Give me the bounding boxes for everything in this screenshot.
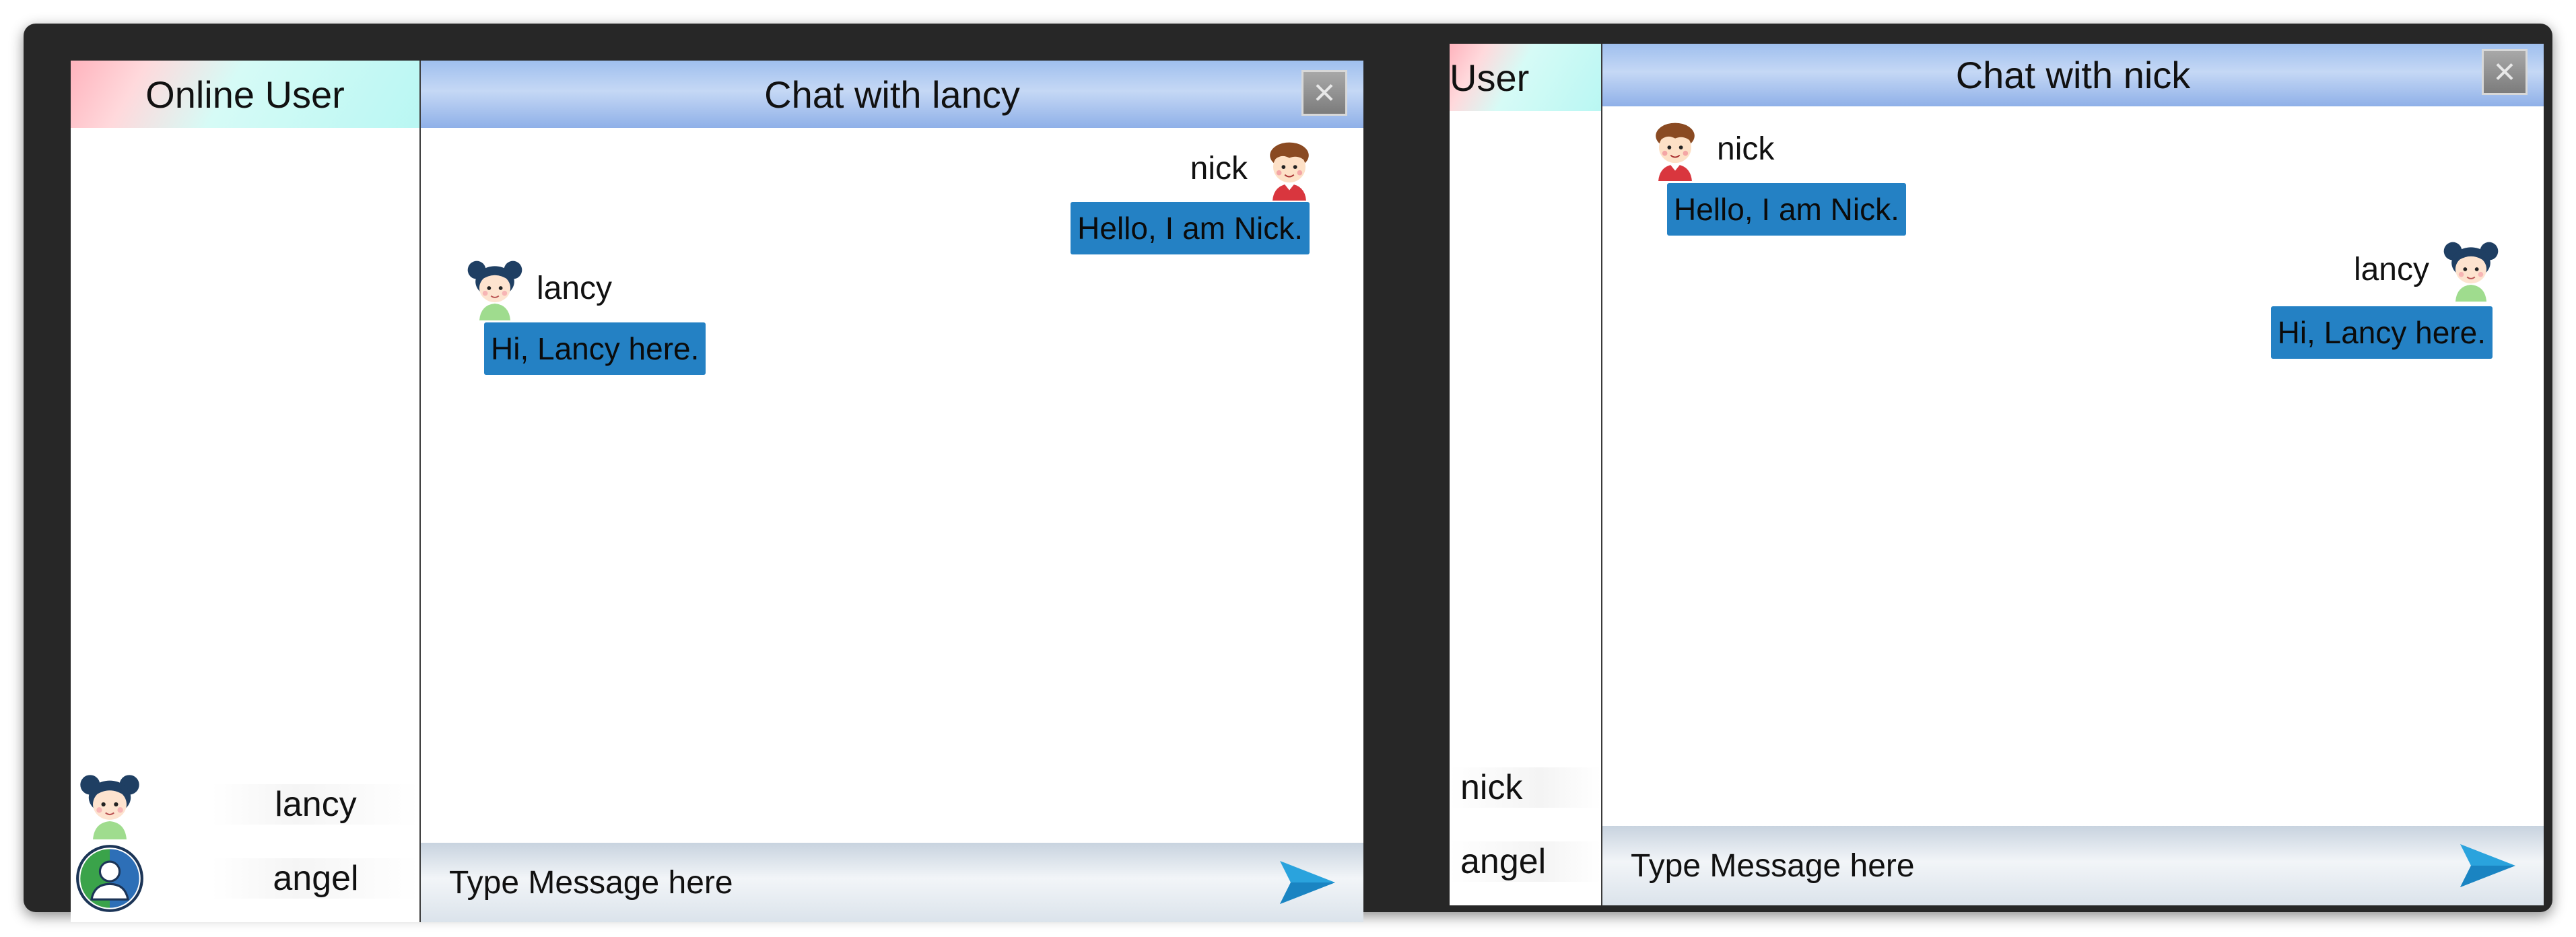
message-sender: nick	[1641, 116, 1774, 181]
chat-title: Chat with nick	[1955, 54, 2191, 96]
message-input-bar	[1602, 826, 2544, 905]
user-name: lancy	[212, 784, 419, 825]
close-icon: ×	[1313, 71, 1336, 113]
chat-panel: Chat with nick × nick Hello, I am Nick. …	[1602, 44, 2544, 905]
message-input[interactable]	[448, 863, 1277, 902]
girl-avatar-icon	[75, 769, 145, 839]
sender-name: lancy	[2353, 251, 2429, 287]
message-bubble: Hi, Lancy here.	[484, 322, 706, 375]
send-icon[interactable]	[2458, 839, 2518, 893]
message-input[interactable]	[1629, 846, 2458, 885]
message-bubble: Hello, I am Nick.	[1071, 202, 1310, 254]
message-bubble: Hi, Lancy here.	[2270, 306, 2493, 359]
girl-avatar-icon	[2437, 237, 2505, 302]
sender-name: nick	[1717, 131, 1775, 167]
message-bubble: Hello, I am Nick.	[1667, 183, 1906, 236]
message-sender: nick	[1190, 136, 1323, 201]
message-input-bar	[421, 843, 1363, 922]
sidebar-title: User	[1450, 44, 1601, 111]
desktop-background: Online User lancy angel Chat with lancy …	[24, 24, 2552, 922]
chat-title: Chat with lancy	[764, 73, 1020, 116]
close-button[interactable]: ×	[1301, 70, 1347, 116]
chat-header: Chat with lancy ×	[421, 61, 1363, 128]
sidebar-title: Online User	[71, 61, 419, 128]
online-user-sidebar: Online User lancy angel	[71, 61, 421, 922]
user-item-nick[interactable]: nick	[1450, 751, 1601, 825]
message-sender: lancy	[461, 256, 612, 320]
user-name: nick	[1450, 767, 1601, 808]
boy-avatar-icon	[1641, 116, 1709, 181]
user-item-angel[interactable]: angel	[71, 841, 419, 915]
message-sender: lancy	[2354, 237, 2505, 302]
user-item-lancy[interactable]: lancy	[71, 767, 419, 841]
close-button[interactable]: ×	[2482, 49, 2528, 95]
chat-window-nick: User nick angel Chat with nick × nick He…	[1450, 44, 2544, 905]
default-user-icon	[75, 843, 145, 913]
user-name: angel	[212, 858, 419, 899]
chat-header: Chat with nick ×	[1602, 44, 2544, 106]
girl-avatar-icon	[461, 256, 529, 320]
online-user-sidebar: User nick angel	[1450, 44, 1602, 905]
chat-panel: Chat with lancy × nick Hello, I am Nick.…	[421, 61, 1363, 922]
send-icon[interactable]	[1277, 856, 1338, 909]
sender-name: nick	[1190, 150, 1248, 186]
sender-name: lancy	[537, 270, 613, 306]
user-name: angel	[1450, 841, 1601, 882]
user-item-angel[interactable]: angel	[1450, 825, 1601, 899]
boy-avatar-icon	[1256, 136, 1323, 201]
close-icon: ×	[2493, 50, 2516, 92]
chat-window-lancy: Online User lancy angel Chat with lancy …	[71, 61, 1363, 922]
